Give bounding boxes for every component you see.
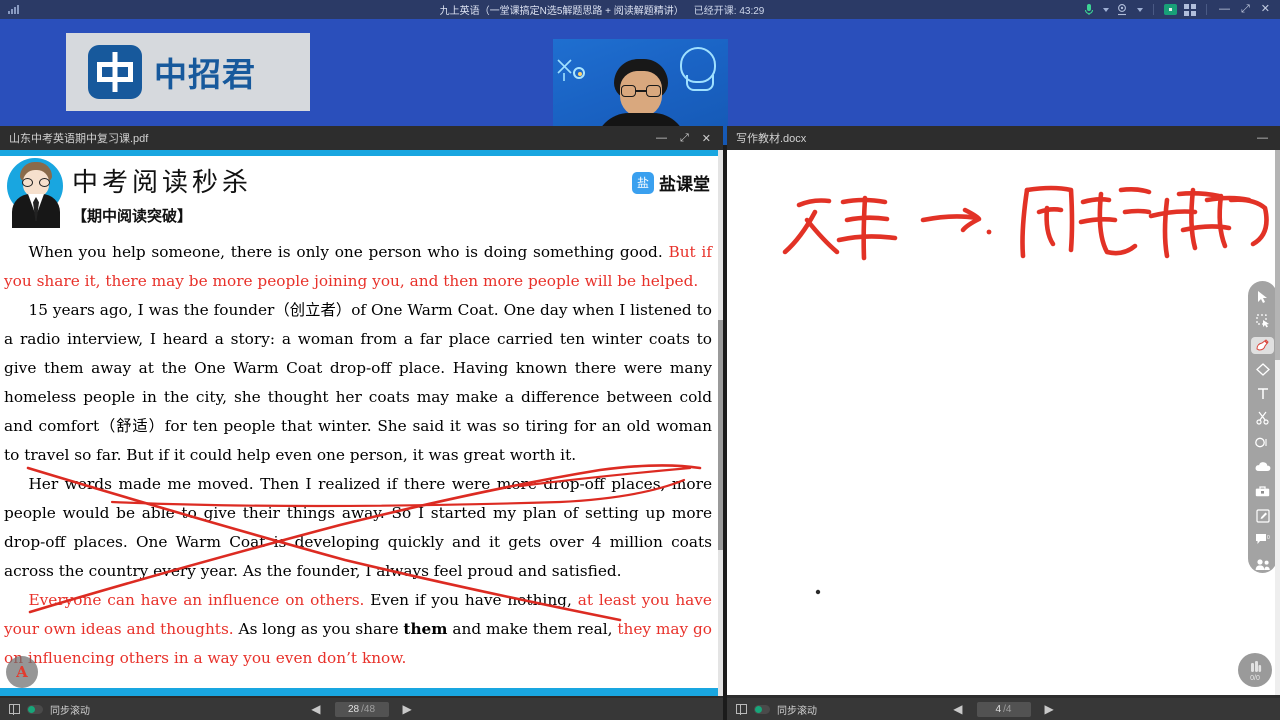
zhongzhaojun-mark-icon (88, 45, 142, 99)
cursor-select-icon[interactable] (1251, 288, 1274, 305)
prev-page-icon[interactable]: ◀ (953, 702, 962, 716)
whiteboard-canvas[interactable]: 0 0/0 (727, 150, 1280, 695)
page-title: 中考阅读秒杀 (72, 168, 253, 198)
docx-window-titlebar: 写作教材.docx — (727, 126, 1280, 150)
course-title: 九上英语（一堂课搞定N选5解题思路 + 阅读解题精讲） (439, 6, 684, 17)
page-bottom-accent-band (0, 688, 720, 696)
restore-button[interactable]: ⤢ (1239, 4, 1252, 15)
camera-dropdown-caret[interactable] (1136, 7, 1143, 12)
hand-raise-count: 0/0 (1250, 674, 1260, 682)
pdf-window-titlebar: 山东中考英语期中复习课.pdf — ⤢ ✕ (0, 126, 723, 150)
branding-banner: 中招君 郑鹏飞 (0, 19, 1280, 145)
connection-status (0, 5, 120, 14)
scissors-icon[interactable] (1251, 410, 1274, 427)
close-button[interactable]: ✕ (1259, 4, 1272, 15)
edit-note-icon[interactable] (1251, 507, 1274, 524)
cloud-icon[interactable] (1251, 458, 1274, 475)
hand-raise-icon (1250, 660, 1261, 672)
x-doodle-icon (557, 59, 572, 81)
text-tool-icon[interactable] (1251, 385, 1274, 402)
record-icon[interactable] (1163, 4, 1177, 15)
pdf-viewport[interactable]: 中考阅读秒杀 【期中阅读突破】 盐 盐课堂 When you help some… (0, 150, 723, 698)
page-indicator[interactable]: 28 /48 (334, 701, 389, 717)
svg-text:0: 0 (1267, 535, 1270, 541)
pdf-logo-badge: A (6, 656, 38, 688)
docx-scrollbar[interactable] (1275, 150, 1280, 695)
passage-run: them (403, 620, 448, 638)
passage-paragraph: 15 years ago, I was the founder（创立者）of O… (4, 296, 712, 470)
current-page: 28 (347, 703, 360, 715)
yankeetang-brand: 盐 盐课堂 (632, 170, 710, 195)
passage-run: Even if you have nothing, (364, 591, 578, 609)
divider (1205, 4, 1207, 15)
passage-run: Her words made me moved. Then I realized… (4, 475, 712, 580)
lasso-select-icon[interactable] (1251, 312, 1274, 329)
eraser-shape-icon[interactable] (1251, 361, 1274, 378)
pdf-status-bar: 同步滚动 ◀ 28 /48 ▶ (0, 698, 723, 720)
participants-icon[interactable] (1251, 556, 1274, 573)
reading-passage: When you help someone, there is only one… (0, 234, 720, 673)
total-pages: /48 (361, 703, 376, 715)
docx-status-bar: 同步滚动 ◀ 4 /4 ▶ (727, 698, 1280, 720)
shapes-icon[interactable] (1251, 434, 1274, 451)
camera-icon[interactable] (1116, 3, 1128, 16)
annotation-tool-rail[interactable]: 0 (1248, 281, 1277, 573)
comment-icon[interactable]: 0 (1251, 531, 1274, 548)
pdf-scroll-thumb[interactable] (718, 320, 723, 550)
teacher-avatar (4, 156, 66, 228)
hand-raise-fab[interactable]: 0/0 (1238, 653, 1272, 687)
current-page: 4 (995, 703, 1002, 715)
page-header: 中考阅读秒杀 【期中阅读突破】 盐 盐课堂 (0, 156, 720, 234)
pdf-close-button[interactable]: ✕ (702, 132, 711, 145)
passage-paragraph: Everyone can have an influence on others… (4, 586, 712, 673)
grid-view-icon[interactable] (1183, 3, 1196, 16)
page-indicator[interactable]: 4 /4 (976, 701, 1031, 717)
docx-minimize-button[interactable]: — (1257, 132, 1268, 144)
meeting-title-group: 九上英语（一堂课搞定N选5解题思路 + 阅读解题精讲） 已经开课: 43:29 (120, 2, 1084, 17)
brush-pen-icon[interactable] (1251, 336, 1274, 354)
passage-paragraph: When you help someone, there is only one… (4, 238, 712, 296)
prev-page-icon[interactable]: ◀ (311, 702, 320, 716)
passage-run: When you help someone, there is only one… (28, 243, 669, 261)
divider (1152, 4, 1154, 15)
microphone-icon[interactable] (1084, 3, 1094, 16)
minimize-button[interactable]: — (1217, 4, 1232, 15)
passage-paragraph: Her words made me moved. Then I realized… (4, 470, 712, 586)
brand-logo-text: 中招君 (154, 55, 256, 94)
passage-run: Everyone can have an influence on others… (28, 591, 365, 609)
microphone-dropdown-caret[interactable] (1102, 7, 1109, 12)
passage-run: and make them real, (447, 620, 618, 638)
page-subtitle: 【期中阅读突破】 (72, 207, 193, 225)
passage-run: As long as you share (233, 620, 404, 638)
yankeetang-brand-text: 盐课堂 (659, 175, 710, 195)
next-page-icon[interactable]: ▶ (1045, 702, 1054, 716)
pdf-file-name: 山东中考英语期中复习课.pdf (9, 133, 149, 145)
jellyfish-doodle-icon (680, 47, 716, 91)
meeting-title-bar: 九上英语（一堂课搞定N选5解题思路 + 阅读解题精讲） 已经开课: 43:29 … (0, 0, 1280, 19)
brand-logo: 中招君 (66, 33, 310, 111)
handwriting-ink (782, 185, 1269, 595)
docx-file-name: 写作教材.docx (736, 133, 807, 145)
passage-run: 15 years ago, I was the founder（创立者）of O… (4, 301, 712, 464)
pdf-scrollbar[interactable] (718, 150, 723, 696)
total-pages: /4 (1003, 703, 1012, 715)
docx-scroll-thumb[interactable] (1275, 150, 1280, 360)
pdf-minimize-button[interactable]: — (656, 132, 667, 145)
toolbox-icon[interactable] (1251, 483, 1274, 500)
next-page-icon[interactable]: ▶ (403, 702, 412, 716)
pdf-restore-button[interactable]: ⤢ (680, 132, 689, 145)
elapsed-time: 已经开课: 43:29 (693, 6, 765, 17)
signal-bars-icon (8, 5, 19, 14)
pdf-page: 中考阅读秒杀 【期中阅读突破】 盐 盐课堂 When you help some… (0, 150, 720, 696)
yan-mark-icon: 盐 (632, 171, 654, 194)
meeting-controls: — ⤢ ✕ (1084, 3, 1280, 16)
